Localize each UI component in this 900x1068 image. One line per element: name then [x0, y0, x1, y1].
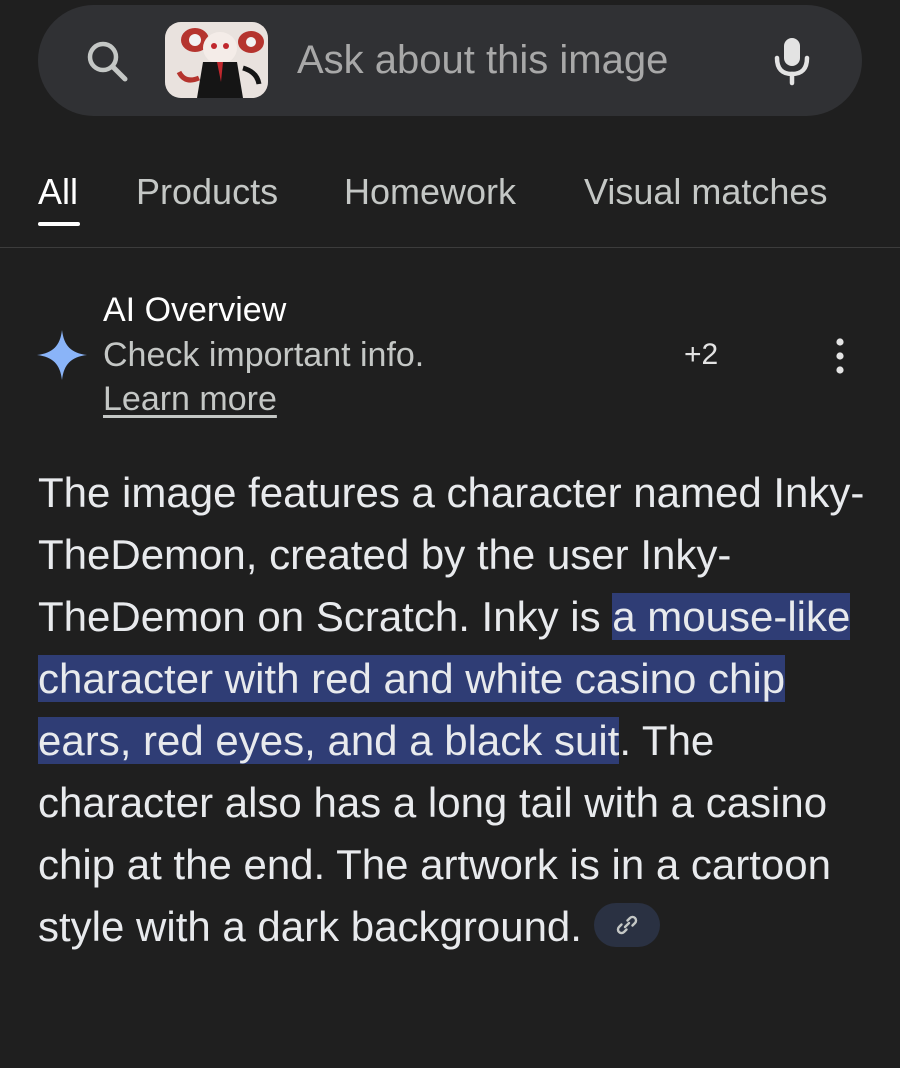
tab-visual-matches[interactable]: Visual matches: [584, 170, 827, 214]
ai-overview-notice: Check important info.: [103, 336, 425, 374]
active-tab-indicator: [38, 222, 80, 226]
ai-sparkle-icon: [37, 330, 87, 380]
results-tabs: All Products Homework Visual matches: [0, 160, 900, 248]
search-input[interactable]: Ask about this image: [297, 36, 668, 84]
more-vert-icon[interactable]: [826, 336, 854, 376]
page: Ask about this image All Products Homewo…: [0, 0, 900, 1068]
tab-all[interactable]: All: [38, 170, 78, 214]
source-count[interactable]: +2: [684, 336, 718, 374]
search-icon[interactable]: [84, 38, 130, 84]
source-link-button[interactable]: [593, 902, 660, 947]
mic-icon[interactable]: [770, 36, 814, 86]
learn-more-link[interactable]: Learn more: [103, 378, 277, 420]
image-thumbnail[interactable]: [165, 22, 268, 98]
tab-products[interactable]: Products: [136, 170, 278, 214]
link-icon: [616, 915, 638, 935]
tab-homework[interactable]: Homework: [344, 170, 516, 214]
ai-overview-text: The image features a character named Ink…: [38, 462, 868, 958]
ai-overview-title: AI Overview: [103, 291, 287, 329]
